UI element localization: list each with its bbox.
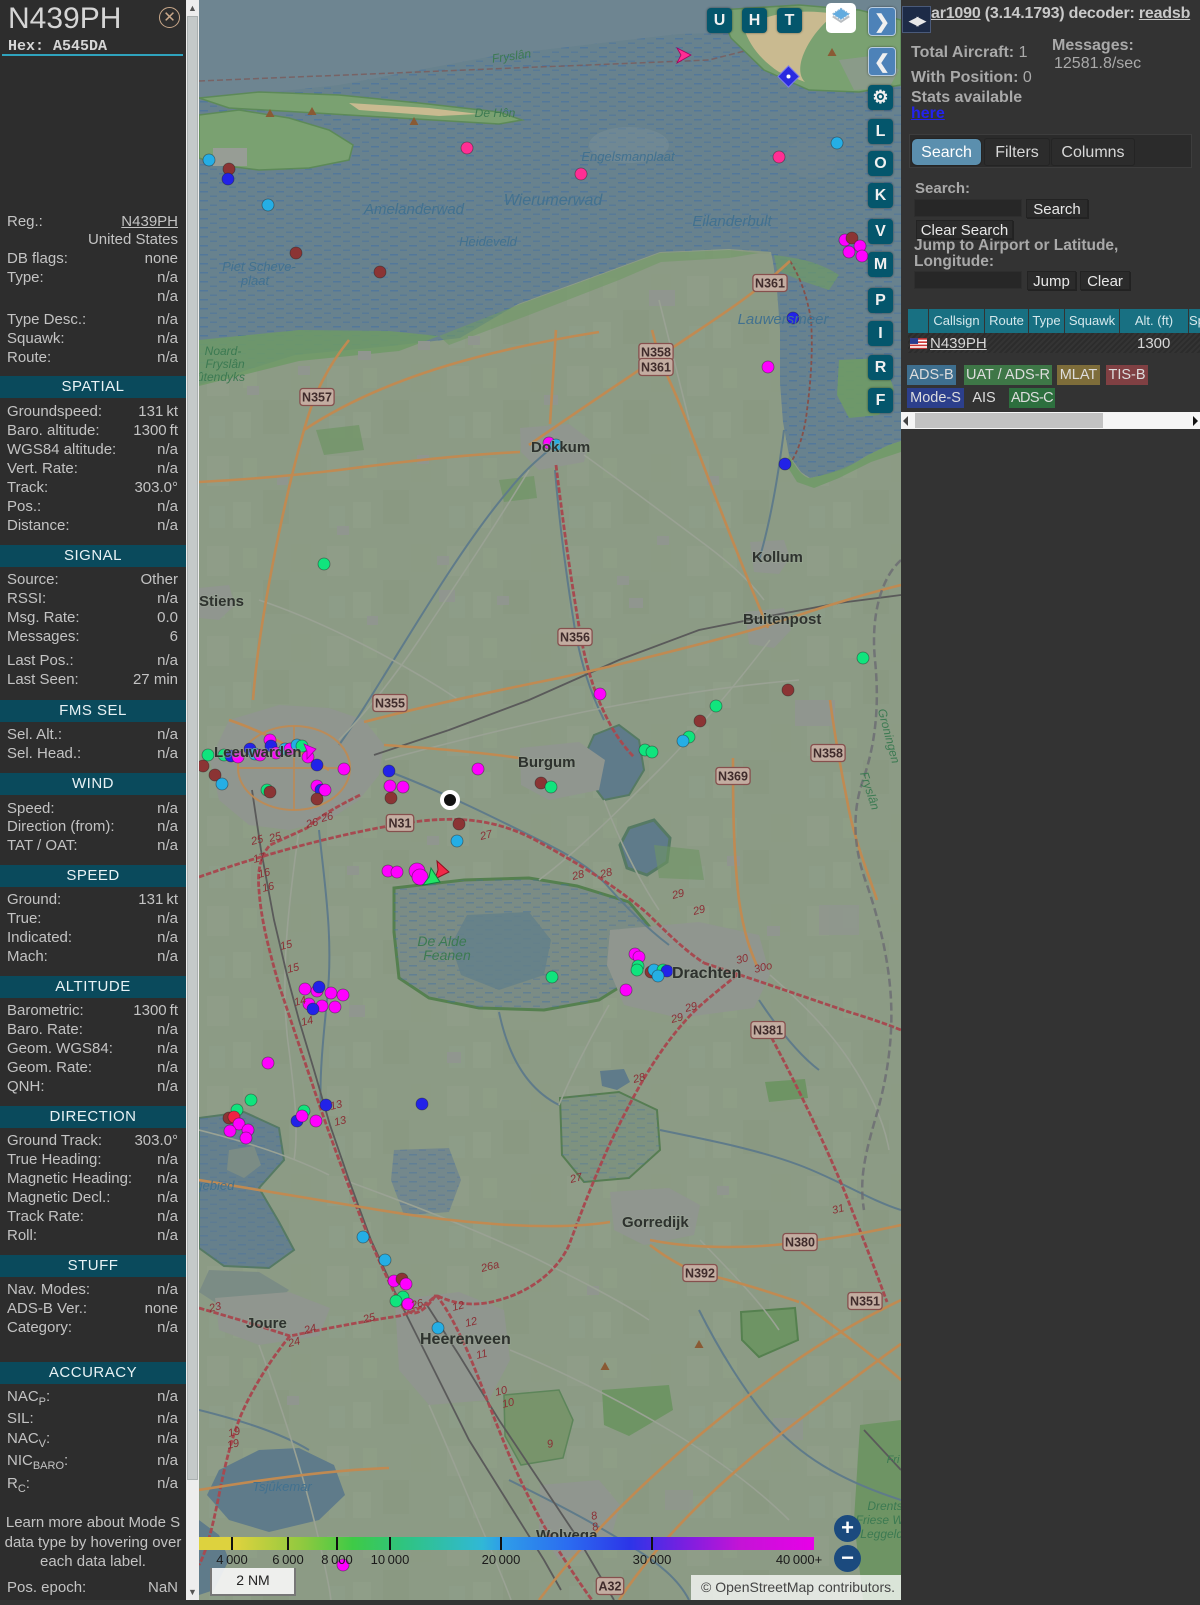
svg-text:Drents-: Drents-	[867, 1499, 901, 1513]
svg-text:Friese Wo: Friese Wo	[856, 1513, 901, 1527]
svg-text:Leeuwarden: Leeuwarden	[214, 744, 302, 761]
svg-text:Wierumerwad: Wierumerwad	[504, 192, 604, 209]
svg-text:Leggelder: Leggelder	[860, 1527, 901, 1541]
svg-text:N381: N381	[753, 1024, 783, 1038]
svg-text:N369: N369	[718, 770, 748, 784]
svg-text:Engelsmanplaat: Engelsmanplaat	[581, 149, 676, 164]
svg-text:N361: N361	[641, 361, 671, 375]
svg-text:Burgum: Burgum	[518, 754, 576, 771]
svg-text:ûtendyks: ûtendyks	[199, 370, 245, 384]
svg-text:N31: N31	[389, 817, 412, 831]
svg-text:Fryslân: Fryslân	[205, 357, 245, 371]
svg-text:Kollum: Kollum	[752, 549, 803, 566]
svg-text:N351: N351	[850, 1295, 880, 1309]
svg-text:N361: N361	[755, 277, 785, 291]
svg-text:Joure: Joure	[246, 1315, 287, 1332]
svg-text:N356: N356	[560, 631, 590, 645]
svg-text:N355: N355	[375, 697, 405, 711]
svg-text:De Hôn: De Hôn	[475, 106, 516, 120]
svg-text:Lauwersmeer: Lauwersmeer	[738, 311, 830, 328]
svg-text:Fri: Fri	[887, 1454, 900, 1466]
svg-text:Drachten: Drachten	[672, 965, 741, 982]
svg-text:Buitenpost: Buitenpost	[743, 611, 821, 628]
svg-text:A32: A32	[599, 1580, 622, 1594]
svg-text:Heideveld: Heideveld	[459, 234, 518, 249]
svg-text:Stiens: Stiens	[199, 593, 244, 610]
svg-text:Feanen: Feanen	[423, 947, 471, 963]
svg-text:Tsjûkemar: Tsjûkemar	[252, 1479, 312, 1494]
svg-text:N358: N358	[641, 346, 671, 360]
svg-text:N358: N358	[813, 747, 843, 761]
svg-text:Piet Scheve-: Piet Scheve-	[222, 259, 296, 274]
svg-text:Eilanderbult: Eilanderbult	[692, 213, 772, 230]
svg-text:Gorredijk: Gorredijk	[622, 1214, 689, 1231]
svg-text:N380: N380	[785, 1236, 815, 1250]
svg-text:Dokkum: Dokkum	[531, 439, 590, 456]
svg-text:plaat: plaat	[240, 273, 271, 288]
svg-text:N357: N357	[302, 391, 332, 405]
svg-text:Noard-: Noard-	[205, 344, 242, 358]
svg-text:ergebied: ergebied	[199, 1178, 235, 1193]
svg-text:N392: N392	[685, 1267, 715, 1281]
svg-text:Amelanderwad: Amelanderwad	[363, 201, 465, 218]
svg-text:Heerenveen: Heerenveen	[420, 1331, 511, 1348]
